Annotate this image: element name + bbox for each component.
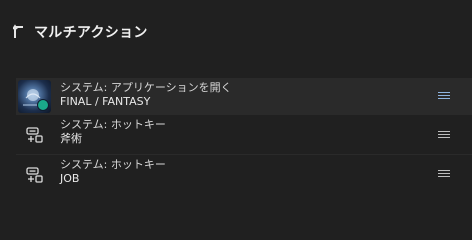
drag-handle-icon[interactable] xyxy=(438,169,450,178)
drag-handle-icon[interactable] xyxy=(438,92,450,100)
hotkey-icon xyxy=(26,167,44,183)
action-type: システム: ホットキー xyxy=(60,118,166,131)
action-item-hotkey[interactable]: システム: ホットキー 斧術 xyxy=(16,114,472,154)
page-title: マルチアクション xyxy=(34,25,148,41)
drag-handle-icon[interactable] xyxy=(438,130,450,139)
action-text: システム: ホットキー JOB xyxy=(60,158,166,186)
action-list: システム: アプリケーションを開く FINAL / FANTASY システム: … xyxy=(16,78,472,192)
action-text: システム: ホットキー 斧術 xyxy=(60,118,166,146)
action-text: システム: アプリケーションを開く FINAL / FANTASY xyxy=(60,81,232,109)
action-item-open-app[interactable]: システム: アプリケーションを開く FINAL / FANTASY xyxy=(16,78,472,114)
action-value: 斧術 xyxy=(60,132,82,145)
action-value: FINAL / FANTASY xyxy=(60,95,151,108)
status-badge xyxy=(37,99,49,111)
corner-up-arrow-icon[interactable] xyxy=(12,23,27,41)
action-type: システム: ホットキー xyxy=(60,158,166,171)
hotkey-icon xyxy=(26,127,44,143)
app-thumbnail-icon xyxy=(18,80,51,113)
action-type: システム: アプリケーションを開く xyxy=(60,81,232,94)
header: マルチアクション xyxy=(12,21,148,43)
action-value: JOB xyxy=(60,172,80,185)
action-item-hotkey[interactable]: システム: ホットキー JOB xyxy=(16,154,472,192)
